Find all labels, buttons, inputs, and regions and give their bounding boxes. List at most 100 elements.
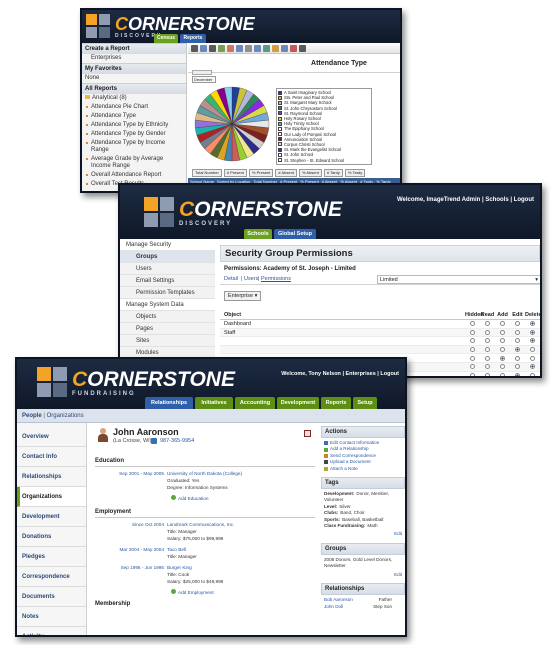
sidebar-item[interactable]: Sites [120,335,215,347]
permission-radio[interactable] [515,338,520,344]
permission-radio[interactable] [515,347,520,353]
permission-radio[interactable] [530,338,535,344]
permission-radio[interactable] [530,321,535,327]
tab-relationships[interactable]: Relationships [145,397,193,409]
measure-button[interactable]: % Absent [298,168,322,177]
tab-reports[interactable]: Reports [180,34,206,43]
doc-icon[interactable] [299,44,306,52]
measure-button[interactable]: % Tardy [344,168,366,177]
add-education-link[interactable]: Add Education [171,495,319,501]
sidebar-item[interactable]: Activity [17,627,86,635]
table-icon[interactable] [209,44,216,52]
permissions-link[interactable]: Permissions [261,276,291,282]
sidebar-item[interactable]: Organizations [17,487,86,507]
permission-radio[interactable] [485,355,490,361]
report-link[interactable]: Overall Attendance Report [82,171,186,180]
permission-radio[interactable] [470,338,475,344]
permission-radio[interactable] [515,355,520,361]
action-link[interactable]: Attach a Note [324,466,402,472]
permission-radio[interactable] [485,329,490,335]
pdf-icon[interactable] [290,44,297,52]
permission-radio[interactable] [470,364,475,370]
sidebar-item[interactable]: Documents [17,587,86,607]
chart-icon[interactable] [218,44,225,52]
sidebar-item[interactable]: Groups [120,251,215,263]
sidebar-item[interactable]: Pledges [17,547,86,567]
welcome-text[interactable]: Welcome, ImageTrend Admin | Schools | Lo… [397,197,534,203]
permission-radio[interactable] [515,364,520,370]
permission-radio[interactable] [485,338,490,344]
tab-schools[interactable]: Schools [244,229,272,239]
permission-radio[interactable] [485,321,490,327]
permission-template-select[interactable]: Limited ▾ [377,275,540,284]
permission-radio[interactable] [500,355,505,361]
sidebar-item[interactable]: Notes [17,607,86,627]
organizations-link[interactable]: Organizations [47,413,84,419]
tags-edit-link[interactable]: Edit [394,531,402,536]
measure-button[interactable]: Total Number [192,168,222,177]
sidebar-item[interactable]: Email Settings [120,275,215,287]
permission-radio[interactable] [515,329,520,335]
tab-reports[interactable]: Reports [321,397,351,409]
person-phone[interactable]: 987-365-9954 [160,438,194,444]
measure-button[interactable]: % Present [248,168,274,177]
tab-initiatives[interactable]: Initiatives [195,397,233,409]
permission-radio[interactable] [530,329,535,335]
relationship-name[interactable]: John Doll [324,604,343,610]
permission-radio[interactable] [470,355,475,361]
sidebar-item[interactable]: Pages [120,323,215,335]
filter-select[interactable]: December [192,76,216,83]
permission-radio[interactable] [530,364,535,370]
permission-radio[interactable] [500,321,505,327]
filter-icon[interactable] [254,44,261,52]
report-link[interactable]: Attendance Type by Ethnicity [82,121,186,130]
permission-radio[interactable] [500,372,505,376]
sort-icon[interactable] [272,44,279,52]
pie-icon[interactable] [227,44,234,52]
permission-radio[interactable] [470,329,475,335]
export-icon[interactable] [236,44,243,52]
permission-radio[interactable] [530,372,535,376]
create-report-item[interactable]: Enterprises [82,54,186,63]
permission-radio[interactable] [500,347,505,353]
permission-radio[interactable] [515,321,520,327]
entry-line[interactable]: Landmark Communications, Inc. [167,521,234,528]
tab-census[interactable]: Census [154,34,178,43]
entry-line[interactable]: Taco Bell [167,546,197,553]
report-link[interactable]: Attendance Type by Gender [82,130,186,139]
measure-button[interactable]: # Tardy [323,168,343,177]
entry-line[interactable]: University of North Dakota (College) [167,470,242,477]
tab-setup[interactable]: Setup [353,397,377,409]
permission-radio[interactable] [515,372,520,376]
permission-radio[interactable] [485,372,490,376]
sidebar-item[interactable]: Donations [17,527,86,547]
permission-radio[interactable] [500,329,505,335]
groups-edit-link[interactable]: Edit [394,572,402,577]
permission-radio[interactable] [470,347,475,353]
entry-line[interactable]: Burger King [167,564,223,571]
sidebar-item[interactable]: Correspondence [17,567,86,587]
sidebar-item[interactable]: Permission Templates [120,287,215,299]
permission-radio[interactable] [500,338,505,344]
report-link[interactable]: Attendance Pie Chart [82,103,186,112]
permission-radio[interactable] [470,372,475,376]
permission-radio[interactable] [530,347,535,353]
filter-dropdown[interactable] [192,70,212,75]
permission-radio[interactable] [485,364,490,370]
enterprise-button[interactable]: Enterprise ▾ [224,291,262,301]
permission-radio[interactable] [485,347,490,353]
permission-radio[interactable] [470,321,475,327]
permission-radio[interactable] [530,355,535,361]
tab-development[interactable]: Development [277,397,319,409]
welcome-text[interactable]: Welcome, Tony Nelson | Enterprises | Log… [281,371,399,377]
grid-icon[interactable] [200,44,207,52]
save-icon[interactable] [191,44,198,52]
sidebar-item[interactable]: Development [17,507,86,527]
sidebar-item[interactable]: Relationships [17,467,86,487]
calendar-icon[interactable] [304,430,311,437]
measure-button[interactable]: # Absent [275,168,297,177]
tab-global-setup[interactable]: Global Setup [274,229,316,239]
add-employment-link[interactable]: Add Employment [171,589,319,595]
report-link[interactable]: Attendance Type [82,112,186,121]
print-icon[interactable] [281,44,288,52]
